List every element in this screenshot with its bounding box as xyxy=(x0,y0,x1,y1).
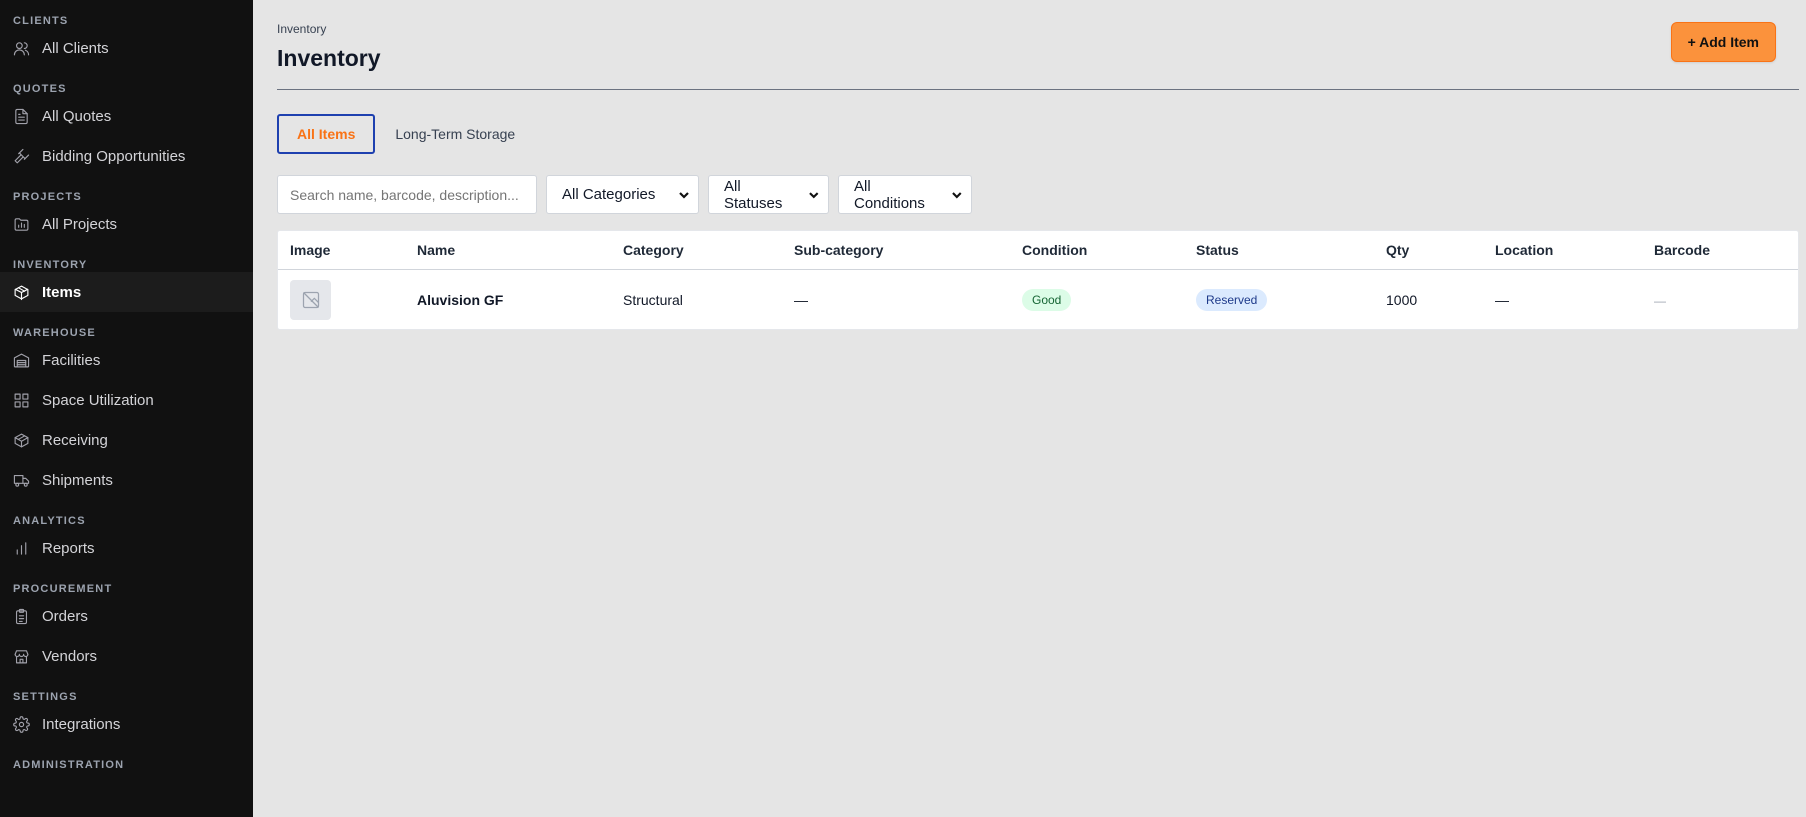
gear-icon xyxy=(13,715,30,733)
sidebar-item-items[interactable]: Items xyxy=(0,272,253,312)
sidebar-item-bidding-opportunities[interactable]: Bidding Opportunities xyxy=(0,136,253,176)
gavel-icon xyxy=(13,148,30,165)
sidebar-item-label: Receiving xyxy=(42,431,108,449)
column-header-category[interactable]: Category xyxy=(611,231,782,270)
chevron-down-icon xyxy=(679,191,689,199)
condition-select[interactable]: All Conditions xyxy=(838,175,972,214)
sidebar-item-label: All Projects xyxy=(42,215,118,233)
sidebar-item-shipments[interactable]: Shipments xyxy=(0,460,253,500)
column-header-condition[interactable]: Condition xyxy=(1010,231,1184,270)
cell-name[interactable]: Aluvision GF xyxy=(405,269,611,330)
grid-icon xyxy=(13,392,30,409)
sidebar-item-label: Bidding Opportunities xyxy=(42,147,186,165)
section-label-procurement: PROCUREMENT xyxy=(13,583,113,595)
cell-location: — xyxy=(1495,291,1509,308)
package-icon xyxy=(13,284,30,301)
chevron-down-icon xyxy=(809,191,819,198)
section-label-clients: CLIENTS xyxy=(13,15,69,27)
sidebar-item-label: Orders xyxy=(42,607,88,625)
sidebar-item-reports[interactable]: Reports xyxy=(0,528,253,568)
column-header-image: Image xyxy=(278,231,405,270)
section-label-analytics: ANALYTICS xyxy=(13,515,86,527)
status-select-value: All Statuses xyxy=(724,177,783,212)
cell-status: Reserved xyxy=(1184,269,1374,330)
status-badge: Reserved xyxy=(1196,288,1268,311)
table-row[interactable]: Aluvision GF Structural — Good Reserved … xyxy=(278,269,1798,330)
column-header-subcategory[interactable]: Sub-category xyxy=(782,231,1010,270)
cell-image xyxy=(278,269,405,330)
sidebar-item-all-quotes[interactable]: All Quotes xyxy=(0,96,253,136)
store-icon xyxy=(13,648,30,665)
sidebar-item-all-clients[interactable]: All Clients xyxy=(0,28,253,68)
cell-subcategory: — xyxy=(794,291,808,308)
document-icon xyxy=(13,108,30,125)
sidebar-item-orders[interactable]: Orders xyxy=(0,596,253,636)
section-label-settings: SETTINGS xyxy=(13,691,78,703)
users-icon xyxy=(13,40,30,57)
cell-category: Structural xyxy=(623,291,683,308)
sidebar-item-label: Space Utilization xyxy=(42,391,154,409)
tab-all-items[interactable]: All Items xyxy=(277,114,376,154)
chevron-down-icon xyxy=(952,191,962,198)
category-select-value: All Categories xyxy=(562,186,656,203)
clipboard-icon xyxy=(13,608,30,625)
sidebar-item-label: Shipments xyxy=(42,471,113,489)
condition-badge: Good xyxy=(1022,288,1072,311)
sidebar-item-facilities[interactable]: Facilities xyxy=(0,340,253,380)
status-select[interactable]: All Statuses xyxy=(708,175,829,214)
sidebar-item-receiving[interactable]: Receiving xyxy=(0,420,253,460)
sidebar-item-label: Integrations xyxy=(42,715,121,733)
sidebar-item-all-projects[interactable]: All Projects xyxy=(0,204,253,244)
tabs: All Items Long-Term Storage xyxy=(277,114,535,154)
sidebar-item-label: Reports xyxy=(42,539,95,557)
sidebar: CLIENTS All Clients QUOTES All Quotes Bi… xyxy=(0,0,253,817)
cell-qty: 1000 xyxy=(1386,291,1418,308)
image-placeholder-icon xyxy=(290,279,331,320)
truck-icon xyxy=(13,472,30,489)
sidebar-item-integrations[interactable]: Integrations xyxy=(0,704,253,744)
sidebar-item-label: All Clients xyxy=(42,39,109,57)
cell-condition: Good xyxy=(1010,269,1184,330)
table-header-row: Image Name Category Sub-category Conditi… xyxy=(278,231,1798,270)
warehouse-icon xyxy=(13,352,30,369)
column-header-barcode[interactable]: Barcode xyxy=(1642,231,1798,270)
filter-bar: All Categories All Statuses All Conditio… xyxy=(277,175,972,214)
add-item-button[interactable]: + Add Item xyxy=(1670,22,1776,62)
page-header xyxy=(277,0,1799,90)
search-input[interactable] xyxy=(277,175,537,214)
bar-chart-icon xyxy=(13,540,30,557)
section-label-inventory: INVENTORY xyxy=(13,259,88,271)
section-label-warehouse: WAREHOUSE xyxy=(13,327,96,339)
folder-chart-icon xyxy=(13,216,30,233)
page-title: Inventory xyxy=(277,45,381,71)
sidebar-item-label: Facilities xyxy=(42,351,101,369)
sidebar-item-space-utilization[interactable]: Space Utilization xyxy=(0,380,253,420)
sidebar-item-label: Items xyxy=(42,283,82,301)
sidebar-item-vendors[interactable]: Vendors xyxy=(0,636,253,676)
box-icon xyxy=(13,432,30,449)
barcode-value: — xyxy=(1654,293,1666,308)
main-content: Inventory Inventory + Add Item All Items… xyxy=(253,0,1806,817)
condition-select-value: All Conditions xyxy=(854,177,925,212)
tab-long-term-storage[interactable]: Long-Term Storage xyxy=(375,114,535,154)
column-header-qty[interactable]: Qty xyxy=(1374,231,1483,270)
section-label-administration: ADMINISTRATION xyxy=(13,759,125,771)
sidebar-item-label: Vendors xyxy=(42,647,98,665)
breadcrumb[interactable]: Inventory xyxy=(277,22,326,36)
column-header-status[interactable]: Status xyxy=(1184,231,1374,270)
cell-barcode: — xyxy=(1642,269,1798,330)
sidebar-item-label: All Quotes xyxy=(42,107,112,125)
category-select[interactable]: All Categories xyxy=(546,175,699,214)
section-label-quotes: QUOTES xyxy=(13,83,67,95)
inventory-table: Image Name Category Sub-category Conditi… xyxy=(277,230,1799,330)
section-label-projects: PROJECTS xyxy=(13,191,82,203)
column-header-location[interactable]: Location xyxy=(1483,231,1642,270)
column-header-name[interactable]: Name xyxy=(405,231,611,270)
